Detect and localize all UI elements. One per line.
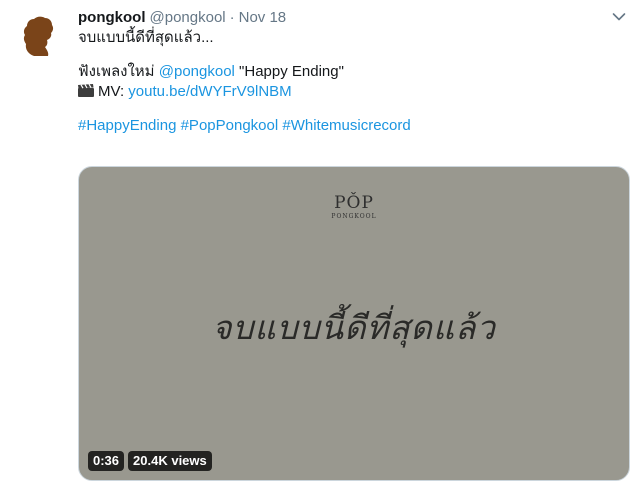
- hashtag-whitemusicrecord[interactable]: #Whitemusicrecord: [282, 117, 410, 134]
- tweet[interactable]: pongkool @pongkool · Nov 18 จบแบบนี้ดีที…: [0, 0, 640, 488]
- tweet-header: pongkool @pongkool · Nov 18: [78, 8, 630, 28]
- video-views: 20.4K views: [128, 451, 212, 471]
- mv-label: MV:: [98, 83, 129, 100]
- tweet-date[interactable]: Nov 18: [239, 8, 287, 28]
- display-name[interactable]: pongkool: [78, 8, 146, 28]
- avatar[interactable]: [12, 8, 64, 60]
- tweet-line-1: จบแบบนี้ดีที่สุดแล้ว...: [78, 29, 214, 46]
- tweet-line-2: ฟังเพลงใหม่ @pongkool "Happy Ending": [78, 62, 630, 82]
- user-handle[interactable]: @pongkool: [150, 8, 226, 28]
- tweet-text: จบแบบนี้ดีที่สุดแล้ว... ฟังเพลงใหม่ @pon…: [78, 28, 630, 136]
- clapper-board-icon: [78, 83, 94, 97]
- video-duration: 0:36: [88, 451, 125, 471]
- mention-link[interactable]: @pongkool: [159, 63, 235, 80]
- hashtag-happyending[interactable]: #HappyEnding: [78, 117, 176, 134]
- avatar-silhouette-icon: [12, 8, 64, 60]
- tweet-content: pongkool @pongkool · Nov 18 จบแบบนี้ดีที…: [78, 8, 630, 136]
- header-separator: ·: [229, 9, 235, 26]
- video-title-text: จบแบบนี้ดีที่สุดแล้ว: [212, 308, 496, 347]
- video-player[interactable]: PǑP PONGKOOL จบแบบนี้ดีที่สุดแล้ว 0:36 2…: [78, 166, 630, 481]
- video-logo: PǑP: [334, 193, 374, 213]
- hashtag-line: #HappyEnding #PopPongkool #Whitemusicrec…: [78, 116, 630, 136]
- chevron-down-icon[interactable]: [612, 12, 626, 22]
- line2-suffix: "Happy Ending": [234, 63, 344, 80]
- mv-link[interactable]: youtu.be/dWYFrV9lNBM: [128, 83, 291, 100]
- video-logo-subtitle: PONGKOOL: [331, 213, 377, 220]
- line2-prefix: ฟังเพลงใหม่: [78, 63, 159, 80]
- hashtag-poppongkool[interactable]: #PopPongkool: [181, 117, 279, 134]
- tweet-line-3: MV: youtu.be/dWYFrV9lNBM: [78, 82, 630, 102]
- video-badges: 0:36 20.4K views: [88, 451, 212, 471]
